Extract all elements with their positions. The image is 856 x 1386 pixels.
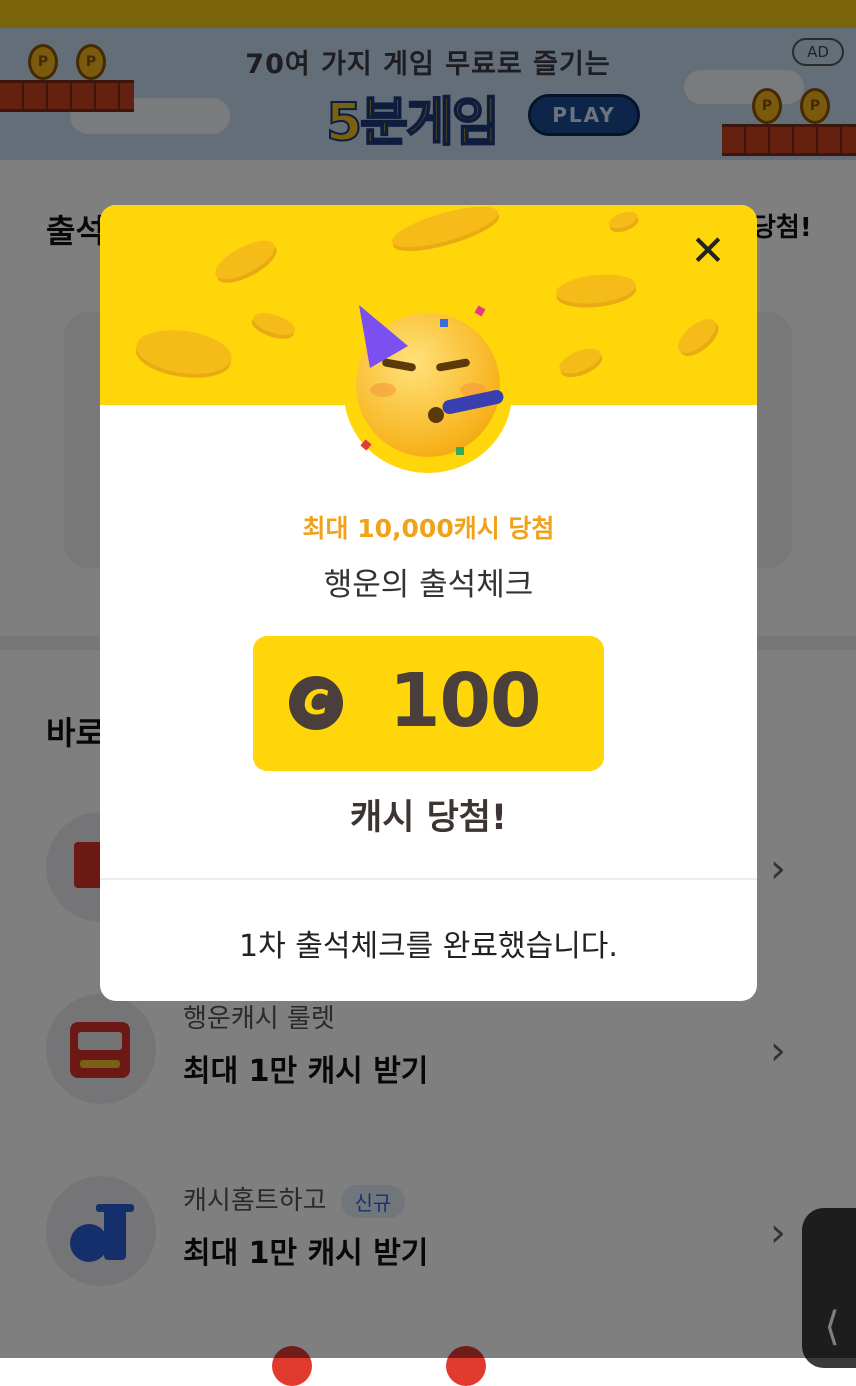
attendance-reward-modal: ✕ 최대 10,000캐시 당첨 행운의 출석체크 C 100 캐시 당첨! 1… [100, 205, 757, 1001]
confetti-decoration [456, 447, 464, 455]
confetti-decoration [440, 319, 448, 327]
coin-decoration [606, 208, 640, 232]
win-label: 캐시 당첨! [350, 798, 507, 838]
cash-coin-icon: C [289, 676, 343, 730]
coin-decoration [133, 324, 235, 380]
close-icon[interactable]: ✕ [688, 230, 728, 273]
coin-decoration [555, 343, 605, 379]
modal-subtitle: 최대 10,000캐시 당첨 [302, 514, 555, 543]
coin-decoration [209, 233, 281, 287]
coin-decoration [388, 205, 502, 256]
coin-decoration [554, 270, 638, 308]
modal-divider [100, 878, 757, 880]
cash-reward-box: C 100 [253, 636, 604, 771]
modal-title: 행운의 출석체크 [323, 567, 534, 603]
completion-message: 1차 출석체크를 완료했습니다. [239, 929, 618, 964]
cash-amount: 100 [389, 658, 541, 744]
coin-decoration [250, 308, 298, 340]
coin-decoration [672, 312, 722, 360]
